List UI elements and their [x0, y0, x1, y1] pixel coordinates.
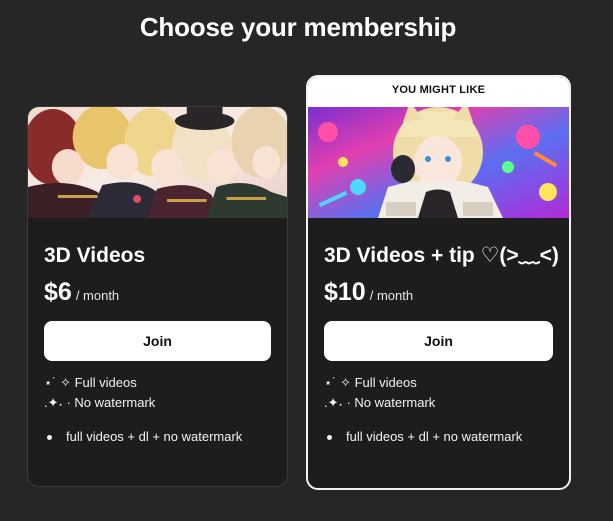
bullet-text: full videos + dl + no watermark: [66, 429, 243, 444]
bullet-dot-icon: [327, 434, 332, 440]
tier-image: [308, 107, 569, 218]
page-title: Choose your membership: [139, 12, 457, 42]
tier-name: 3D Videos + tip ♡(>﹏<): [324, 244, 559, 267]
benefit-line: .✦˖ · No watermark: [324, 395, 436, 410]
anime-character-image: [308, 107, 569, 218]
bullet-dot-icon: [47, 434, 52, 440]
benefit-line: .✦˖ · No watermark: [44, 395, 156, 410]
price-row: $10 / month: [324, 278, 553, 307]
recommended-badge: YOU MIGHT LIKE: [308, 77, 569, 107]
price-amount: $6: [44, 278, 72, 306]
tier-card-3d-videos: 3D Videos $6 / month Join ⋆˙ ✧ Full vide…: [27, 106, 288, 487]
price-row: $6 / month: [44, 278, 271, 307]
tier-name: 3D Videos: [44, 244, 146, 267]
price-period: / month: [369, 288, 414, 303]
tier-card-3d-videos-tip: YOU MIGHT LIKE 3D Videos + tip ♡(>﹏<) $1…: [306, 75, 571, 490]
benefit-line: ⋆˙ ✧ Full videos: [44, 375, 137, 390]
benefits-list: ⋆˙ ✧ Full videos .✦˖ · No watermark: [44, 373, 271, 413]
bullet-text: full videos + dl + no watermark: [346, 429, 523, 444]
bullet-list: full videos + dl + no watermark: [44, 427, 271, 447]
price-amount: $10: [324, 278, 366, 306]
bullet-list: full videos + dl + no watermark: [324, 427, 553, 447]
join-button[interactable]: Join: [44, 321, 271, 361]
anime-group-image: [28, 107, 287, 218]
join-button[interactable]: Join: [324, 321, 553, 361]
benefit-line: ⋆˙ ✧ Full videos: [324, 375, 417, 390]
tier-image: [28, 107, 287, 218]
bullet-item: full videos + dl + no watermark: [44, 427, 271, 447]
bullet-item: full videos + dl + no watermark: [324, 427, 553, 447]
benefits-list: ⋆˙ ✧ Full videos .✦˖ · No watermark: [324, 373, 553, 413]
price-period: / month: [75, 288, 120, 303]
